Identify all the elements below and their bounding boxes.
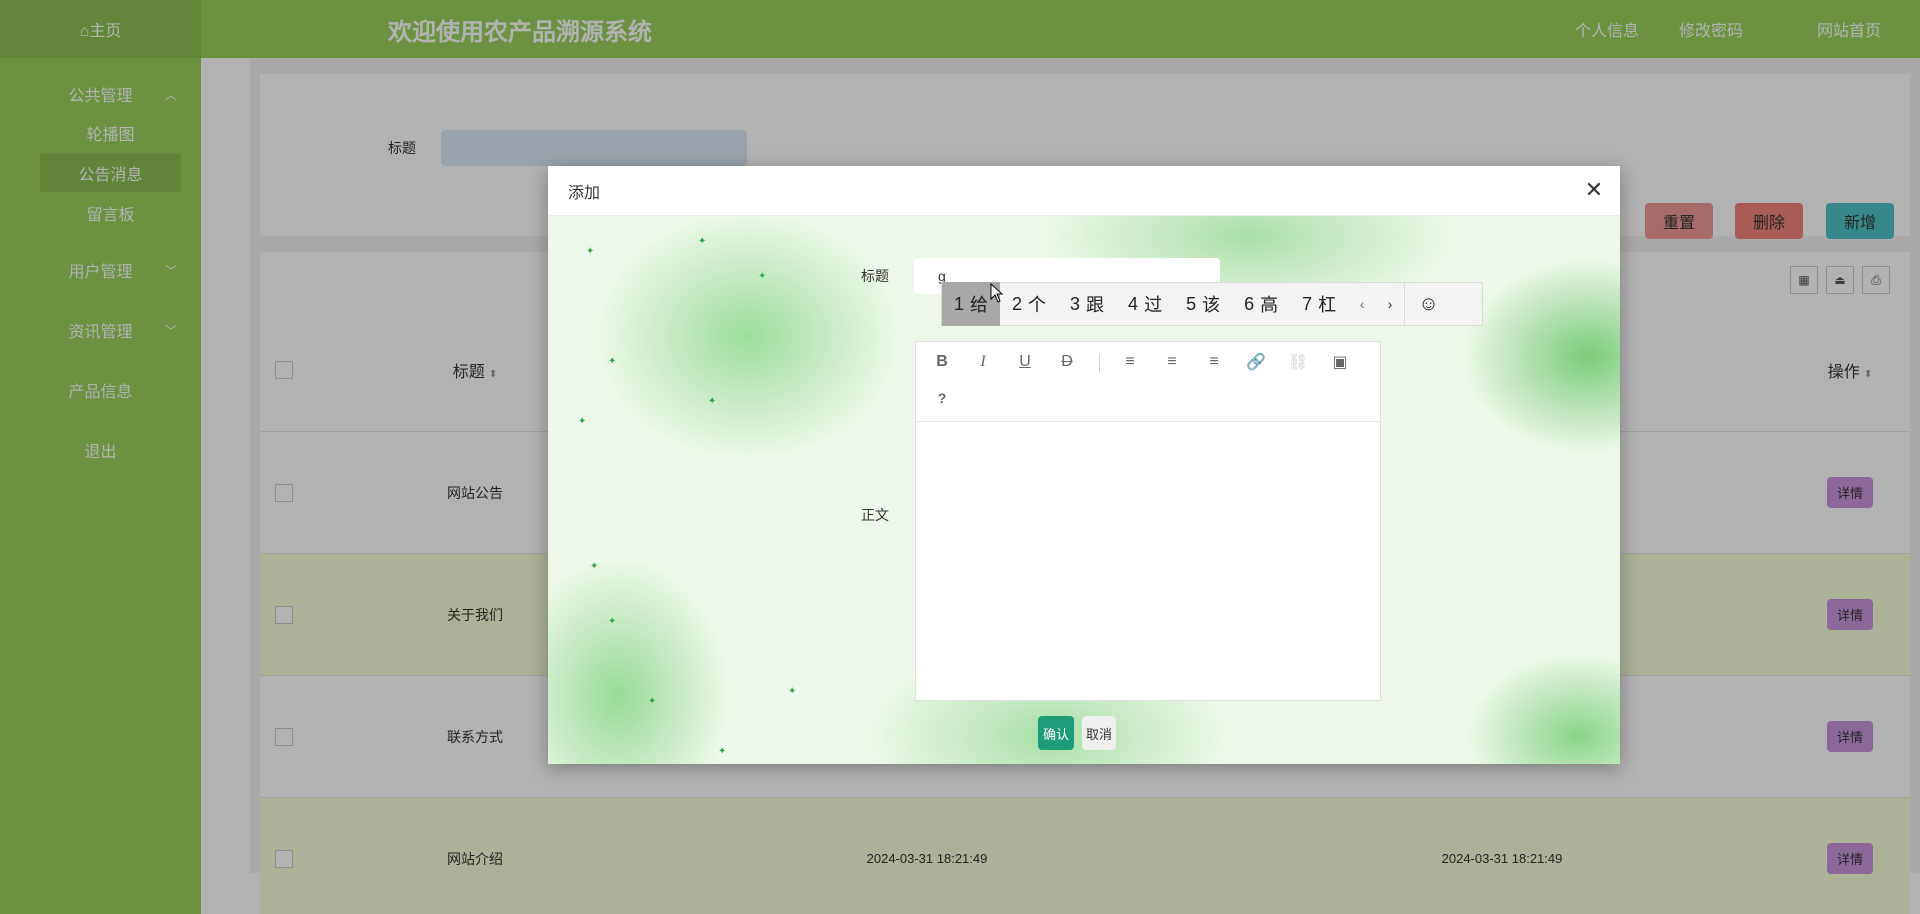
decor-star: ✦ bbox=[608, 616, 617, 627]
ime-candidate[interactable]: 4过 bbox=[1116, 282, 1174, 326]
editor-toolbar: B I U D ≡ ≡ ≡ 🔗 ⛓ ▣ ? bbox=[916, 342, 1380, 422]
align-center-icon[interactable]: ≡ bbox=[1160, 350, 1184, 374]
help-icon[interactable]: ? bbox=[930, 386, 954, 410]
ime-prev-icon[interactable]: ‹ bbox=[1348, 282, 1376, 326]
ime-candidate-char: 该 bbox=[1202, 295, 1221, 315]
decor-star: ✦ bbox=[788, 686, 797, 697]
ime-candidate-number: 7 bbox=[1302, 293, 1313, 314]
title-label: 标题 bbox=[861, 268, 889, 284]
close-icon[interactable]: ✕ bbox=[1582, 177, 1606, 202]
decor-star: ✦ bbox=[698, 236, 707, 247]
cancel-button[interactable]: 取消 bbox=[1082, 716, 1116, 750]
mouse-cursor-icon bbox=[990, 283, 1004, 303]
ime-candidate-char: 跟 bbox=[1086, 295, 1105, 315]
align-left-icon[interactable]: ≡ bbox=[1118, 350, 1142, 374]
ime-next-icon[interactable]: › bbox=[1376, 282, 1404, 326]
ime-candidate[interactable]: 2个 bbox=[1000, 282, 1058, 326]
dialog-body: ✦ ✦ ✦ ✦ ✦ ✦ ✦ ✦ ✦ ✦ ✦ 标题 g B I U D ≡ ≡ ≡… bbox=[548, 216, 1620, 764]
decor-star: ✦ bbox=[708, 396, 717, 407]
ime-candidate-char: 给 bbox=[970, 295, 989, 315]
strikethrough-icon[interactable]: D bbox=[1055, 350, 1079, 374]
ime-candidate-number: 6 bbox=[1244, 293, 1255, 314]
emoji-icon[interactable]: ☺ bbox=[1404, 282, 1452, 326]
ime-candidate-number: 2 bbox=[1012, 293, 1023, 314]
unlink-icon[interactable]: ⛓ bbox=[1286, 350, 1310, 374]
link-icon[interactable]: 🔗 bbox=[1244, 350, 1268, 374]
underline-icon[interactable]: U bbox=[1013, 350, 1037, 374]
ime-candidate[interactable]: 5该 bbox=[1174, 282, 1232, 326]
confirm-button[interactable]: 确认 bbox=[1038, 716, 1074, 750]
rich-text-editor[interactable]: B I U D ≡ ≡ ≡ 🔗 ⛓ ▣ ? bbox=[915, 341, 1381, 701]
dialog-header: 添加 ✕ bbox=[548, 166, 1620, 216]
image-icon[interactable]: ▣ bbox=[1328, 350, 1352, 374]
ime-candidate-number: 4 bbox=[1128, 293, 1139, 314]
ime-candidate-number: 3 bbox=[1070, 293, 1081, 314]
italic-icon[interactable]: I bbox=[971, 350, 995, 374]
decor-star: ✦ bbox=[718, 746, 727, 757]
ime-candidate-char: 个 bbox=[1028, 295, 1047, 315]
align-right-icon[interactable]: ≡ bbox=[1202, 350, 1226, 374]
bold-icon[interactable]: B bbox=[930, 350, 954, 374]
decor-star: ✦ bbox=[578, 416, 587, 427]
ime-candidate-number: 1 bbox=[954, 293, 965, 314]
editor-content[interactable] bbox=[916, 422, 1380, 700]
ime-candidate[interactable]: 7杠 bbox=[1290, 282, 1348, 326]
ime-candidate-char: 杠 bbox=[1318, 295, 1337, 315]
add-dialog: 添加 ✕ ✦ ✦ ✦ ✦ ✦ ✦ ✦ ✦ ✦ ✦ ✦ 标题 g B I U D … bbox=[548, 166, 1620, 764]
ime-candidate[interactable]: 6高 bbox=[1232, 282, 1290, 326]
ime-candidate-char: 高 bbox=[1260, 295, 1279, 315]
dialog-title: 添加 bbox=[568, 184, 601, 202]
decor-star: ✦ bbox=[586, 246, 595, 257]
toolbar-divider bbox=[1099, 354, 1100, 372]
ime-candidate-char: 过 bbox=[1144, 295, 1163, 315]
decor-star: ✦ bbox=[758, 271, 767, 282]
ime-candidate-number: 5 bbox=[1186, 293, 1197, 314]
body-label: 正文 bbox=[861, 507, 889, 523]
ime-candidate[interactable]: 3跟 bbox=[1058, 282, 1116, 326]
decor-star: ✦ bbox=[590, 561, 599, 572]
decor-star: ✦ bbox=[608, 356, 617, 367]
decor-star: ✦ bbox=[648, 696, 657, 707]
ime-candidate-bar: 1给 2个 3跟 4过 5该 6高 7杠 ‹ › ☺ bbox=[941, 282, 1483, 326]
